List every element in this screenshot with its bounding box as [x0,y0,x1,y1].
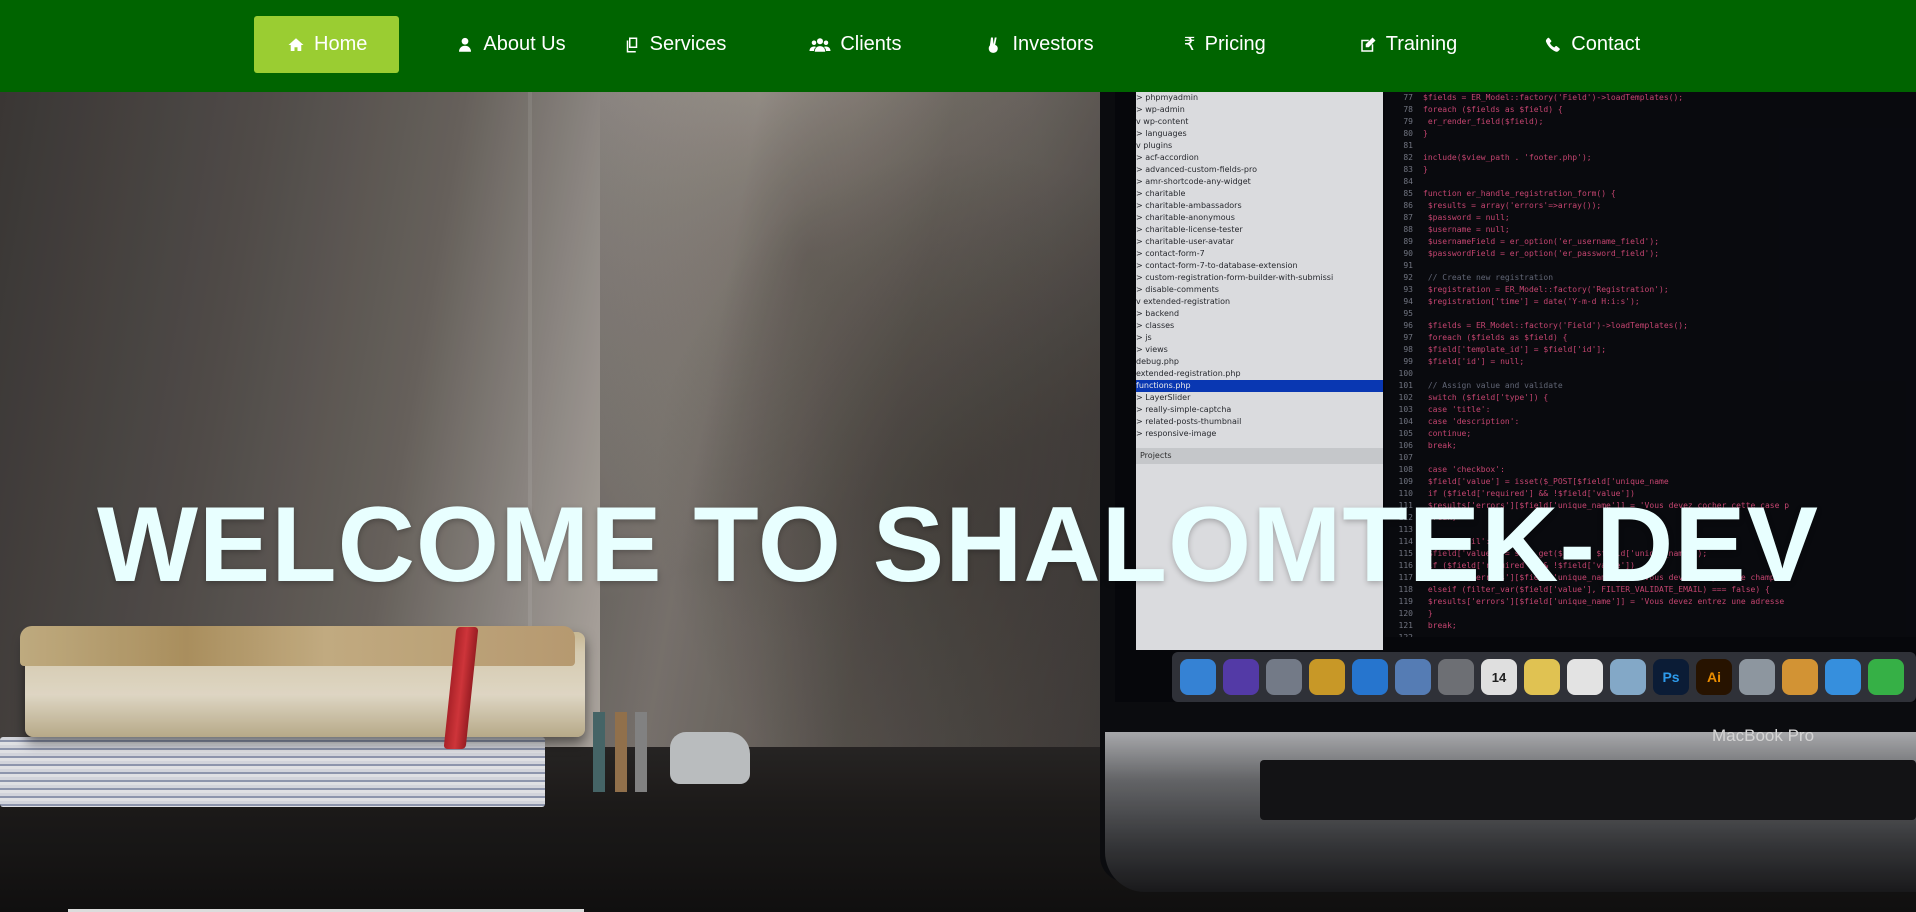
nav-item-investors[interactable]: Investors [984,16,1094,73]
hero-title: WELCOME TO SHALOMTEK-DEV [96,484,1820,604]
hero-banner: > phpmyadmin > wp-admin v wp-content > lan… [0,92,1916,912]
nav-label-investors: Investors [1012,33,1094,55]
hand-peace-icon [984,35,1004,55]
nav-label-training: Training [1385,33,1458,55]
nav-label-about-us: About Us [483,33,566,55]
nav-item-home[interactable]: Home [254,16,400,73]
nav-item-pricing[interactable]: ₹ Pricing [1183,16,1266,73]
rupee-icon: ₹ [1183,34,1196,54]
nav-item-services[interactable]: Services [622,16,727,73]
copy-icon [622,35,642,55]
nav-label-contact: Contact [1571,33,1641,55]
nav-item-about-us[interactable]: About Us [455,16,566,73]
edit-icon [1358,35,1378,55]
phone-icon [1543,35,1563,55]
nav-label-services: Services [649,33,727,55]
nav-label-home: Home [314,33,368,55]
nav-item-clients[interactable]: Clients [808,16,901,73]
user-icon [455,35,475,55]
nav-label-clients: Clients [840,33,902,55]
users-icon [808,35,832,55]
nav-item-training[interactable]: Training [1358,16,1458,73]
navbar: Home About Us Services Clients Investors [0,0,1916,92]
home-icon [286,35,306,55]
nav-item-contact[interactable]: Contact [1543,16,1640,73]
nav-label-pricing: Pricing [1204,33,1266,55]
nav-list: Home About Us Services Clients Investors [254,16,1640,73]
